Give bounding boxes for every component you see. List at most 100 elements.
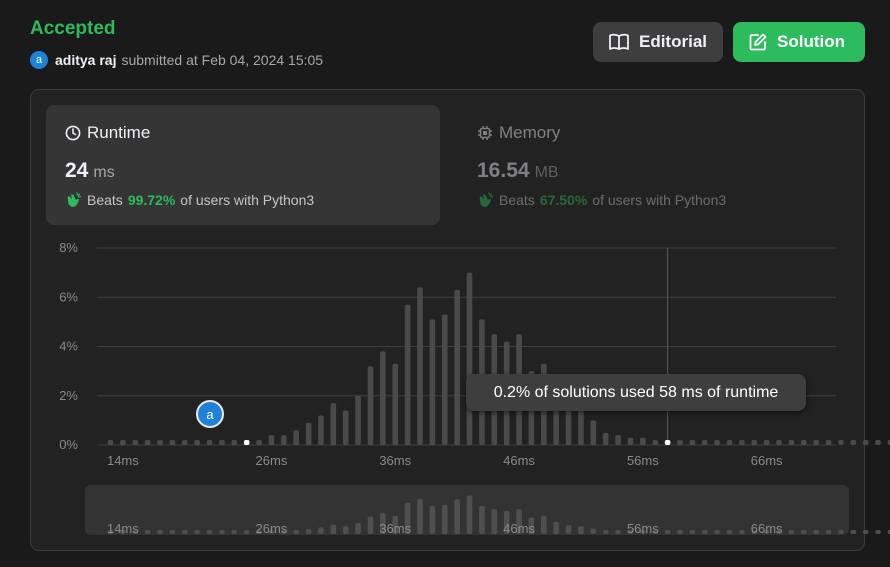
- navigator-bar: [689, 530, 696, 534]
- navigator-bar: [664, 530, 671, 534]
- navigator-bar: [305, 529, 312, 534]
- navigator-bar: [875, 530, 881, 534]
- navigator-bar: [342, 526, 349, 534]
- navigator-bar: [243, 530, 250, 534]
- navigator-bar: [565, 525, 572, 534]
- navigator-bar: [144, 530, 151, 534]
- chart-bar: [157, 440, 163, 445]
- x-tick-label: 36ms: [379, 453, 411, 468]
- chart-bar: [590, 420, 597, 445]
- navigator-bar: [541, 515, 547, 534]
- y-tick-label: 4%: [59, 339, 78, 354]
- chart-bar: [132, 440, 139, 445]
- navigator-bar: [602, 530, 609, 534]
- navigator-bar: [157, 530, 163, 534]
- chart-bar: [850, 440, 857, 445]
- x-tick-label: 56ms: [627, 453, 659, 468]
- chart-bar: [800, 440, 807, 445]
- navigator-bar: [206, 530, 213, 534]
- navigator-bar: [330, 524, 337, 534]
- chart-bar: [813, 440, 819, 445]
- chart-bar: [689, 440, 696, 445]
- chart-bar: [380, 351, 386, 445]
- runtime-distribution-chart[interactable]: 0% 2% 4% 6% 8% 14ms 26ms 36ms 46ms 56ms 66ms 14ms 26…: [0, 0, 890, 567]
- chart-bar: [404, 304, 411, 445]
- navigator-bar: [739, 530, 745, 534]
- chart-bar: [454, 289, 460, 445]
- chart-bar: [367, 366, 374, 445]
- x-tick-label: 14ms: [107, 453, 139, 468]
- navigator-bar: [813, 530, 819, 534]
- chart-bar: [652, 440, 659, 445]
- navigator-tick-label: 66ms: [751, 521, 783, 536]
- navigator-bar: [417, 498, 423, 534]
- navigator-bar: [293, 530, 299, 534]
- chart-bar: [751, 440, 758, 445]
- chart-bar: [776, 440, 782, 445]
- navigator-bar: [615, 530, 621, 534]
- chart-bar: [194, 440, 200, 445]
- chart-bar: [107, 440, 114, 445]
- navigator-bar: [701, 530, 708, 534]
- chart-bar: [862, 440, 869, 445]
- chart-bar: [392, 363, 399, 445]
- navigator-bar: [726, 530, 733, 534]
- navigator-bar: [318, 527, 324, 534]
- navigator-tick-label: 14ms: [107, 521, 139, 536]
- chart-bar: [739, 440, 745, 445]
- chart-bar: [578, 410, 584, 445]
- chart-bar: [726, 440, 733, 445]
- chart-bar: [677, 440, 683, 445]
- chart-bar: [714, 440, 720, 445]
- chart-bar: [701, 440, 708, 445]
- chart-bar: [627, 437, 634, 445]
- chart-tooltip: 0.2% of solutions used 58 ms of runtime: [466, 374, 806, 411]
- chart-bar: [602, 432, 609, 445]
- navigator-bar: [441, 504, 448, 534]
- chart-bar: [615, 435, 621, 445]
- navigator-bar: [788, 530, 795, 534]
- navigator-bar: [825, 530, 832, 534]
- chart-bar: [763, 440, 770, 445]
- chart-bar: [293, 430, 299, 445]
- chart-bar: [838, 440, 844, 445]
- navigator-bar: [553, 521, 559, 534]
- chart-bar: [330, 403, 337, 445]
- navigator-bar: [714, 530, 720, 534]
- x-tick-label: 26ms: [256, 453, 288, 468]
- chart-bar: [640, 437, 646, 445]
- navigator-bar: [479, 505, 485, 534]
- y-tick-label: 2%: [59, 388, 78, 403]
- y-tick-label: 0%: [59, 437, 78, 452]
- chart-bar: [441, 314, 448, 445]
- navigator-bar: [429, 505, 436, 534]
- navigator-bar: [466, 495, 473, 534]
- navigator-bar: [169, 530, 176, 534]
- navigator-tick-label: 26ms: [256, 521, 288, 536]
- navigator-bar: [231, 530, 238, 534]
- chart-bar: [144, 440, 151, 445]
- navigator-bar: [219, 530, 225, 534]
- user-submission-marker[interactable]: a: [196, 400, 224, 428]
- navigator-bar: [850, 530, 857, 534]
- chart-bar: [231, 440, 238, 445]
- y-tick-label: 6%: [59, 289, 78, 304]
- chart-bar: [305, 422, 312, 445]
- chart-bar: [355, 395, 361, 445]
- chart-bar: [181, 440, 188, 445]
- y-tick-label: 8%: [59, 240, 78, 255]
- x-tick-label: 66ms: [751, 453, 783, 468]
- navigator-bar: [578, 526, 584, 534]
- navigator-bar: [355, 523, 361, 534]
- chart-bar: [243, 440, 250, 445]
- chart-bar: [318, 415, 324, 445]
- chart-bar: [206, 440, 213, 445]
- chart-bar: [219, 440, 225, 445]
- navigator-bar: [800, 530, 807, 534]
- chart-bar: [120, 440, 126, 445]
- navigator-bar: [838, 530, 844, 534]
- chart-bar: [342, 410, 349, 445]
- chart-bar: [281, 435, 287, 445]
- chart-bar: [268, 435, 275, 445]
- navigator-tick-label: 46ms: [503, 521, 535, 536]
